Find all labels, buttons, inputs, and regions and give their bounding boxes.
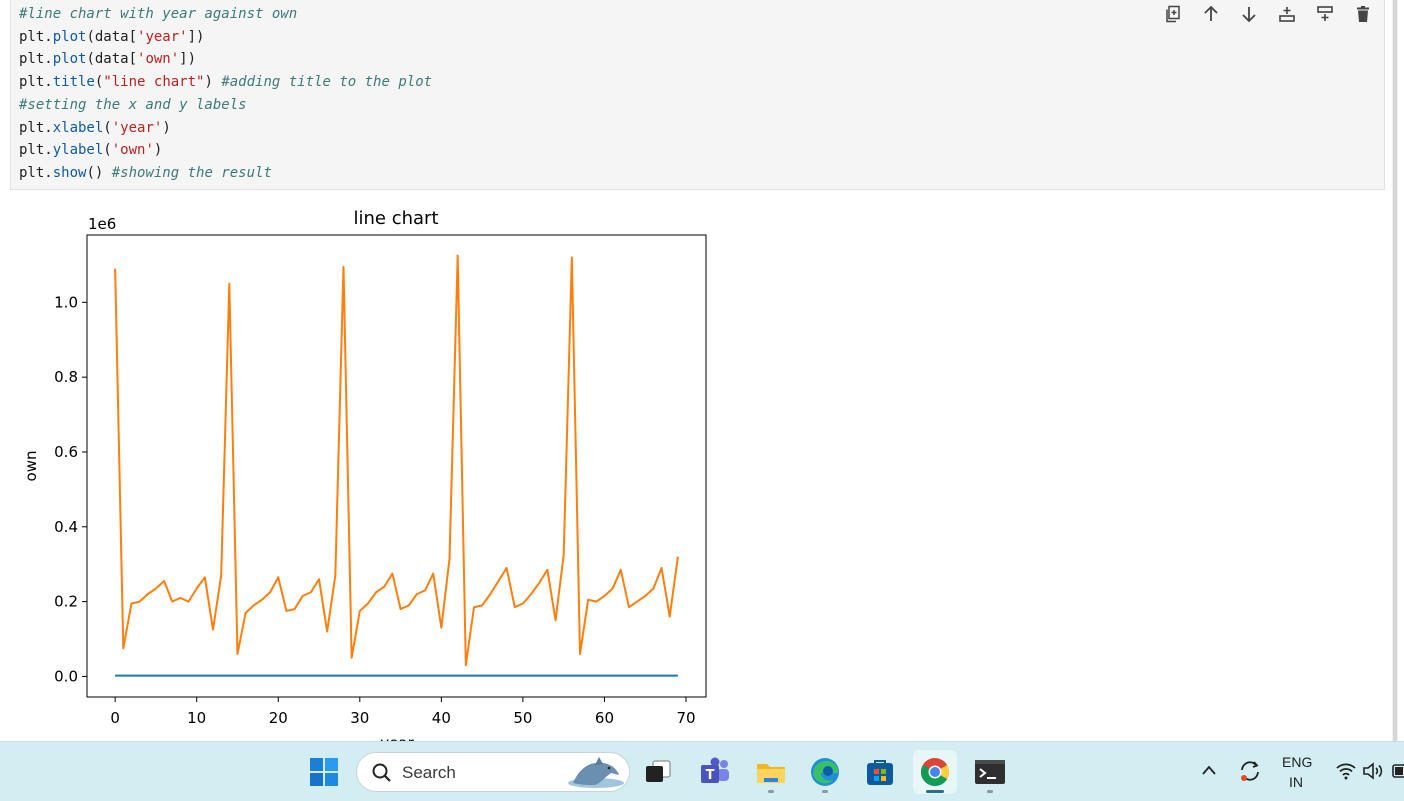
code-token: ]) [187, 28, 205, 45]
running-indicator [987, 790, 993, 793]
y-offset-label: 1e6 [88, 215, 116, 233]
wifi-icon[interactable] [1335, 762, 1357, 780]
cell-output: line chart 1e6 0 10 20 30 40 50 60 70 0.0 0.2 0.4… [0, 195, 760, 741]
line-chart: line chart 1e6 0 10 20 30 40 50 60 70 0.0 0.2 0.4… [22, 208, 707, 741]
language-indicator[interactable]: ENG [1282, 754, 1312, 770]
code-token: 'year' [137, 28, 188, 45]
edge-icon[interactable] [803, 750, 847, 794]
active-indicator [926, 790, 944, 793]
x-ticks: 0 10 20 30 40 50 60 70 [110, 697, 696, 727]
code-token: "line chart" [103, 74, 205, 91]
plot-background [87, 235, 706, 697]
taskbar: Search T ENG IN [0, 741, 1404, 801]
code-line[interactable]: plt.show() #showing the result [19, 165, 272, 181]
dolphin-icon [568, 757, 624, 788]
running-indicator [768, 790, 774, 793]
x-tick-label: 50 [513, 709, 532, 727]
code-token: show [52, 164, 87, 181]
terminal-icon[interactable] [968, 750, 1012, 794]
x-tick-label: 30 [350, 709, 369, 727]
arrow-down-icon[interactable] [1236, 3, 1262, 25]
code-token: plot [52, 51, 87, 68]
y-tick-label: 0.8 [54, 368, 78, 386]
cell-toolbar [1160, 3, 1376, 25]
x-axis-label: year [380, 734, 414, 741]
code-token: 'year' [111, 119, 163, 136]
volume-icon[interactable] [1362, 762, 1386, 780]
arrow-up-icon[interactable] [1198, 3, 1224, 25]
code-token: #showing the result [111, 164, 272, 181]
y-ticks: 0.0 0.2 0.4 0.6 0.8 1.0 [54, 293, 87, 685]
code-token: (data[ [86, 51, 138, 68]
x-tick-label: 60 [595, 709, 614, 727]
store-icon[interactable] [858, 750, 902, 794]
code-token: plt. [19, 142, 53, 159]
y-tick-label: 1.0 [54, 293, 78, 311]
chart-title: line chart [354, 208, 439, 229]
code-token: #adding title to the plot [221, 74, 433, 91]
insert-below-icon[interactable] [1312, 3, 1338, 25]
y-tick-label: 0.2 [54, 593, 78, 611]
duplicate-icon[interactable] [1160, 3, 1186, 25]
y-tick-label: 0.0 [54, 667, 78, 685]
x-tick-label: 70 [676, 709, 695, 727]
code-cell[interactable]: #line chart with year against own plt.pl… [10, 0, 1385, 190]
chrome-icon[interactable] [913, 750, 957, 794]
code-token: ) [204, 74, 222, 91]
code-editor[interactable]: #line chart with year against own plt.pl… [19, 3, 432, 185]
code-token: #setting the x and y labels [19, 96, 247, 113]
search-label: Search [402, 763, 456, 782]
code-token: plt. [19, 74, 53, 91]
code-token: plot [52, 28, 87, 45]
battery-icon[interactable] [1392, 763, 1404, 779]
sync-icon[interactable] [1237, 758, 1263, 784]
insert-above-icon[interactable] [1274, 3, 1300, 25]
code-token: plt. [19, 119, 53, 136]
code-line[interactable]: plt.plot(data['year']) [19, 29, 204, 45]
svg-text:T: T [706, 768, 715, 783]
code-token: 'own' [137, 51, 180, 68]
search-icon [372, 763, 391, 782]
delete-icon[interactable] [1350, 3, 1376, 25]
code-token: ( [103, 119, 112, 136]
file-explorer-icon[interactable] [749, 750, 793, 794]
code-token: title [52, 74, 95, 91]
task-view-icon[interactable] [636, 750, 680, 794]
code-token: plt. [19, 164, 53, 181]
scrollbar-thumb[interactable] [1393, 0, 1397, 741]
x-tick-label: 20 [269, 709, 288, 727]
taskbar-search[interactable]: Search [356, 752, 630, 792]
code-token: #line chart with year against own [19, 6, 298, 22]
x-tick-label: 0 [110, 709, 120, 727]
windows-start-icon[interactable] [302, 750, 346, 794]
code-token: plt. [19, 28, 53, 45]
notebook-area: #line chart with year against own plt.pl… [0, 0, 1398, 741]
code-line[interactable]: plt.plot(data['own']) [19, 51, 196, 67]
code-token: ) [162, 119, 171, 136]
code-line[interactable]: plt.ylabel('own') [19, 142, 162, 158]
code-token: ( [103, 142, 112, 159]
code-line[interactable]: plt.xlabel('year') [19, 120, 171, 136]
y-axis-label: own [22, 451, 40, 482]
chevron-up-icon[interactable] [1201, 764, 1217, 776]
code-line[interactable]: plt.title("line chart") #adding title to… [19, 74, 432, 90]
code-token: ) [153, 142, 163, 159]
vertical-scrollbar[interactable] [1392, 0, 1398, 741]
code-token: () [86, 164, 112, 181]
code-token: 'own' [111, 142, 154, 159]
teams-icon[interactable]: T [693, 750, 737, 794]
code-line[interactable]: #setting the x and y labels [19, 97, 247, 113]
region-indicator[interactable]: IN [1289, 774, 1303, 790]
y-tick-label: 0.6 [54, 443, 78, 461]
running-indicator [822, 790, 828, 793]
code-line[interactable]: #line chart with year against own [19, 6, 297, 22]
code-token: xlabel [52, 119, 104, 136]
x-tick-label: 10 [187, 709, 206, 727]
code-token: ]) [179, 51, 197, 68]
code-token: plt. [19, 51, 53, 68]
code-token: (data[ [86, 28, 138, 45]
x-tick-label: 40 [432, 709, 451, 727]
y-tick-label: 0.4 [54, 518, 78, 536]
code-token: ylabel [52, 142, 104, 159]
